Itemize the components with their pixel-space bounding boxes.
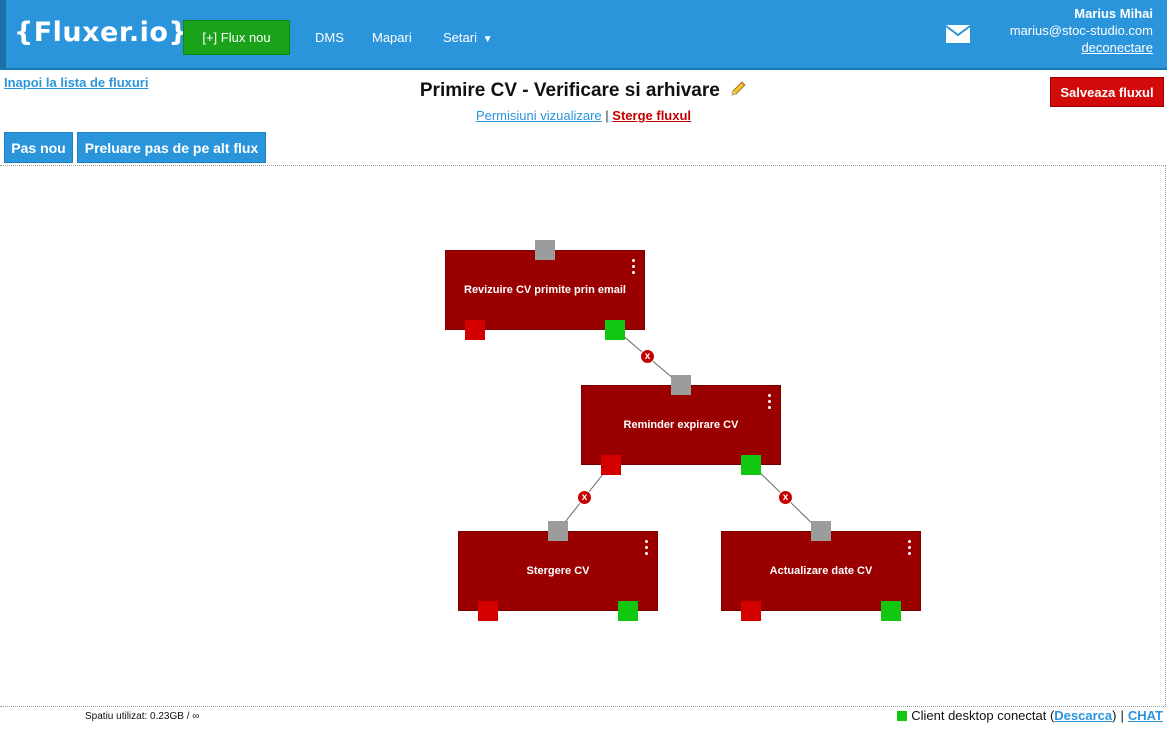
user-info: Marius Mihai marius@stoc-studio.com deco… (1010, 5, 1153, 56)
import-step-button[interactable]: Preluare pas de pe alt flux (77, 132, 266, 163)
remove-connection-icon[interactable]: x (640, 349, 655, 364)
input-port[interactable] (535, 240, 555, 260)
flow-title: Primire CV - Verificare si arhivare (0, 80, 1167, 102)
flow-step-node[interactable]: Actualizare date CV (721, 531, 921, 611)
app-logo[interactable]: {Fluxer.io} (14, 17, 188, 48)
nav-setari-label: Setari (443, 30, 477, 45)
status-indicator-icon (897, 710, 908, 721)
new-flux-button[interactable]: [+] Flux nou (183, 20, 290, 55)
more-vertical-icon[interactable] (645, 540, 649, 556)
input-port[interactable] (548, 521, 568, 541)
more-vertical-icon[interactable] (908, 540, 912, 556)
input-port[interactable] (811, 521, 831, 541)
chat-link[interactable]: CHAT (1128, 708, 1163, 723)
remove-connection-icon[interactable]: x (778, 490, 793, 505)
success-output-port[interactable] (741, 455, 761, 475)
header-edge (0, 0, 6, 68)
download-link[interactable]: Descarca (1054, 708, 1112, 723)
new-step-button[interactable]: Pas nou (4, 132, 73, 163)
step-label: Stergere CV (526, 565, 590, 577)
save-flux-button[interactable]: Salveaza fluxul (1050, 77, 1164, 107)
step-label: Reminder expirare CV (623, 419, 739, 431)
fail-output-port[interactable] (465, 320, 485, 340)
user-email: marius@stoc-studio.com (1009, 23, 1153, 38)
remove-connection-icon[interactable]: x (577, 490, 592, 505)
separator: | (605, 108, 609, 123)
storage-used: Spatiu utilizat: 0.23GB / ∞ (85, 711, 200, 722)
success-output-port[interactable] (618, 601, 638, 621)
success-output-port[interactable] (605, 320, 625, 340)
nav-dms[interactable]: DMS (315, 30, 344, 45)
success-output-port[interactable] (881, 601, 901, 621)
top-header: {Fluxer.io} [+] Flux nou DMS Mapari Seta… (0, 0, 1167, 70)
flow-title-text: Primire CV - Verificare si arhivare (419, 80, 720, 101)
nav-setari[interactable]: Setari ▼ (443, 30, 493, 45)
caret-down-icon: ▼ (482, 34, 493, 45)
envelope-icon[interactable] (946, 25, 970, 43)
flow-step-node[interactable]: Stergere CV (458, 531, 658, 611)
fail-output-port[interactable] (601, 455, 621, 475)
view-permissions-link[interactable]: Permisiuni vizualizare (476, 108, 602, 123)
client-status: Client desktop conectat ( Descarca ) | C… (897, 708, 1163, 723)
logout-link[interactable]: deconectare (1010, 39, 1153, 56)
client-status-text: Client desktop conectat ( (911, 708, 1055, 723)
step-label: Actualizare date CV (769, 565, 873, 577)
nav-mapari[interactable]: Mapari (372, 30, 412, 45)
flow-actions: Permisiuni vizualizare | Sterge fluxul (0, 108, 1167, 123)
pencil-icon[interactable] (729, 80, 747, 98)
more-vertical-icon[interactable] (632, 259, 636, 275)
delete-flux-link[interactable]: Sterge fluxul (612, 108, 691, 123)
fail-output-port[interactable] (741, 601, 761, 621)
user-name: Marius Mihai (1074, 6, 1153, 21)
separator: | (1120, 708, 1124, 723)
more-vertical-icon[interactable] (768, 394, 772, 410)
input-port[interactable] (671, 375, 691, 395)
flow-step-node[interactable]: Revizuire CV primite prin email (445, 250, 645, 330)
close-paren: ) (1112, 708, 1117, 723)
step-label: Revizuire CV primite prin email (464, 284, 626, 296)
fail-output-port[interactable] (478, 601, 498, 621)
flow-step-node[interactable]: Reminder expirare CV (581, 385, 781, 465)
